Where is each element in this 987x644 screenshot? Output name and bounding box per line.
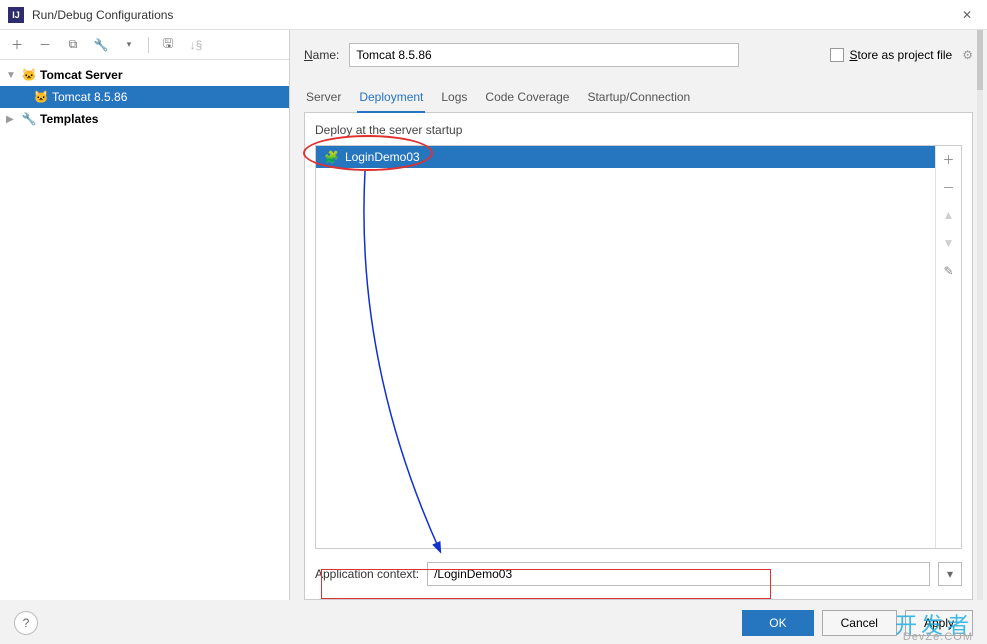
tree-node-tomcat-server[interactable]: ▼ 🐱 Tomcat Server (0, 64, 289, 86)
store-row: Store as project file ⚙ (830, 48, 974, 62)
button-group: OK Cancel Apply (742, 610, 973, 636)
wrench-icon: 🔧 (20, 112, 38, 126)
ok-button[interactable]: OK (742, 610, 813, 636)
scrollbar-thumb[interactable] (977, 30, 983, 90)
window-title: Run/Debug Configurations (32, 8, 955, 22)
tab-server[interactable]: Server (304, 84, 343, 112)
help-button[interactable]: ? (14, 611, 38, 635)
name-input[interactable] (349, 43, 739, 67)
remove-icon[interactable]: － (36, 36, 54, 54)
tree-label: Tomcat Server (40, 68, 122, 82)
left-toolbar: ＋ － ⧉ 🔧 ▾ 🖫 ↓§ (0, 30, 289, 60)
app-icon: IJ (8, 7, 24, 23)
deploy-list[interactable]: 🧩 LoginDemo03 (316, 146, 935, 548)
apply-button[interactable]: Apply (905, 610, 973, 636)
context-label: Application context: (315, 567, 419, 581)
configuration-tree: ▼ 🐱 Tomcat Server 🐱 Tomcat 8.5.86 ▶ 🔧 Te… (0, 60, 289, 134)
expand-icon[interactable]: ▼ (6, 70, 20, 81)
deploy-item-logindemo03[interactable]: 🧩 LoginDemo03 (316, 146, 935, 168)
context-input[interactable] (427, 562, 930, 586)
name-row: Name: Store as project file ⚙ (304, 40, 973, 70)
tree-label: Tomcat 8.5.86 (52, 90, 127, 104)
deploy-section-label: Deploy at the server startup (315, 123, 962, 137)
expand-icon[interactable]: ▶ (6, 114, 20, 125)
add-icon[interactable]: ＋ (8, 36, 26, 54)
copy-icon[interactable]: ⧉ (64, 36, 82, 54)
store-label: Store as project file (850, 48, 953, 62)
tab-code-coverage[interactable]: Code Coverage (483, 84, 571, 112)
artifact-icon: 🧩 (324, 150, 339, 164)
edit-icon[interactable]: ✎ (940, 262, 958, 280)
titlebar: IJ Run/Debug Configurations ✕ (0, 0, 987, 30)
store-checkbox[interactable] (830, 48, 844, 62)
remove-icon[interactable]: － (940, 178, 958, 196)
up-icon[interactable]: ▲ (940, 206, 958, 224)
toolbar-separator (148, 37, 149, 53)
tree-label: Templates (40, 112, 98, 126)
tab-logs[interactable]: Logs (439, 84, 469, 112)
add-icon[interactable]: ＋ (940, 150, 958, 168)
close-icon[interactable]: ✕ (955, 3, 979, 27)
tomcat-icon: 🐱 (20, 68, 38, 82)
tab-startup-connection[interactable]: Startup/Connection (585, 84, 692, 112)
bottom-bar: ? OK Cancel Apply (14, 610, 973, 636)
tree-node-templates[interactable]: ▶ 🔧 Templates (0, 108, 289, 130)
sort-icon[interactable]: ↓§ (187, 36, 205, 54)
cancel-button[interactable]: Cancel (822, 610, 897, 636)
gear-icon[interactable]: ⚙ (962, 48, 973, 62)
tabs: Server Deployment Logs Code Coverage Sta… (304, 84, 973, 113)
right-panel: Name: Store as project file ⚙ Server Dep… (290, 30, 987, 600)
tab-deployment[interactable]: Deployment (357, 84, 425, 112)
deploy-item-label: LoginDemo03 (345, 150, 420, 164)
main-content: ＋ － ⧉ 🔧 ▾ 🖫 ↓§ ▼ 🐱 Tomcat Server 🐱 Tomca… (0, 30, 987, 600)
chevron-down-icon[interactable]: ▾ (120, 36, 138, 54)
scrollbar[interactable] (977, 30, 983, 600)
application-context-row: Application context: ▾ (315, 559, 962, 589)
save-icon[interactable]: 🖫 (159, 36, 177, 54)
deploy-box: 🧩 LoginDemo03 ＋ － ▲ ▼ ✎ (315, 145, 962, 549)
left-panel: ＋ － ⧉ 🔧 ▾ 🖫 ↓§ ▼ 🐱 Tomcat Server 🐱 Tomca… (0, 30, 290, 600)
name-label: Name: (304, 48, 339, 62)
wrench-icon[interactable]: 🔧 (92, 36, 110, 54)
down-icon[interactable]: ▼ (940, 234, 958, 252)
deploy-side-toolbar: ＋ － ▲ ▼ ✎ (935, 146, 961, 548)
tab-content-deployment: Deploy at the server startup 🧩 LoginDemo… (304, 113, 973, 600)
context-dropdown-icon[interactable]: ▾ (938, 562, 962, 586)
tomcat-icon: 🐱 (32, 90, 50, 104)
tree-node-tomcat-8586[interactable]: 🐱 Tomcat 8.5.86 (0, 86, 289, 108)
